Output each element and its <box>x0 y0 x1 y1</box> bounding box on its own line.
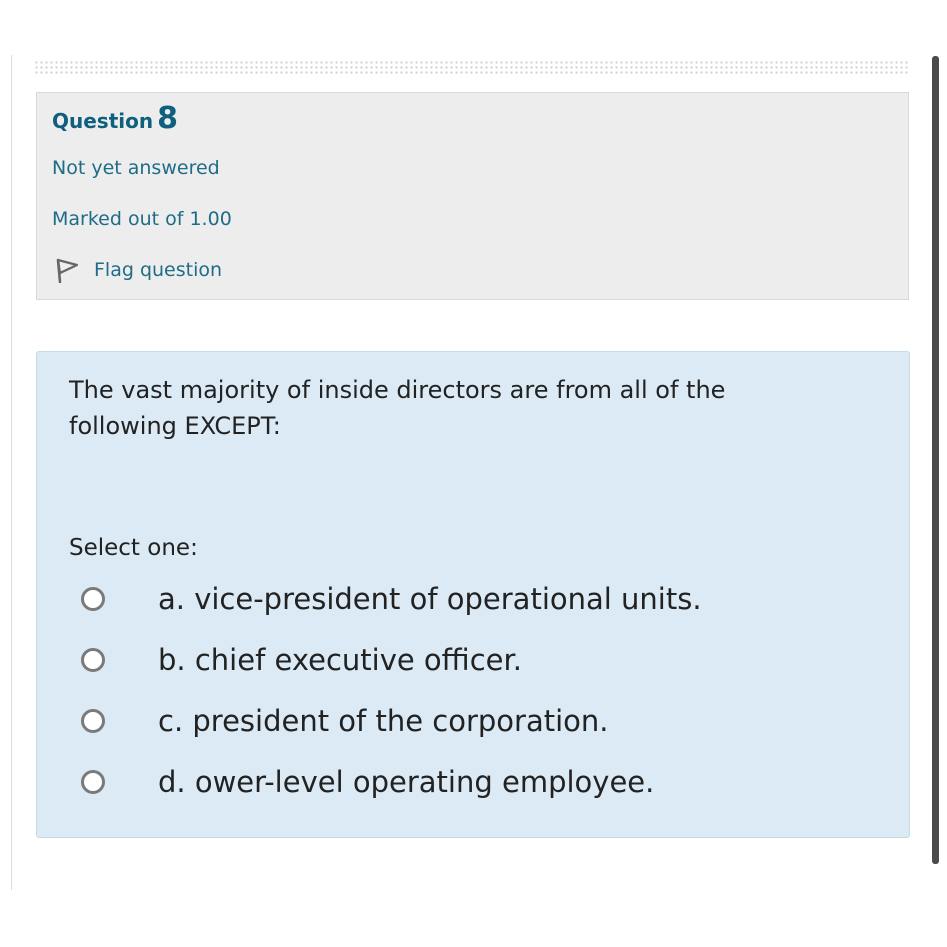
quiz-page: Question 8 Not yet answered Marked out of… <box>0 0 947 947</box>
option-d-radio[interactable] <box>81 770 105 794</box>
left-border <box>11 55 12 890</box>
question-text: The vast majority of inside directors ar… <box>69 376 726 440</box>
dotted-divider <box>34 60 909 74</box>
question-number: 8 <box>157 101 178 136</box>
flag-question-link[interactable]: Flag question <box>52 257 223 284</box>
option-d[interactable]: d. ower-level operating employee. <box>81 762 654 802</box>
vertical-scrollbar[interactable] <box>932 56 939 864</box>
option-b-radio[interactable] <box>81 648 105 672</box>
option-c-radio[interactable] <box>81 709 105 733</box>
option-a-label[interactable]: a. vice-president of operational units. <box>158 579 702 619</box>
flag-icon <box>52 257 80 284</box>
option-b[interactable]: b. chief executive officer. <box>81 640 522 680</box>
question-marks: Marked out of 1.00 <box>52 208 232 230</box>
option-d-label[interactable]: d. ower-level operating employee. <box>158 762 654 802</box>
question-content-panel: The vast majority of inside directors ar… <box>36 351 910 838</box>
option-c[interactable]: c. president of the corporation. <box>81 701 609 741</box>
option-c-label[interactable]: c. president of the corporation. <box>158 701 609 741</box>
option-a[interactable]: a. vice-president of operational units. <box>81 579 702 619</box>
flag-question-label: Flag question <box>94 259 223 281</box>
select-one-prompt: Select one: <box>69 535 198 561</box>
option-a-radio[interactable] <box>81 587 105 611</box>
question-label: Question <box>52 109 154 133</box>
question-state: Not yet answered <box>52 157 220 179</box>
question-info-panel: Question 8 Not yet answered Marked out of… <box>36 92 909 300</box>
option-b-label[interactable]: b. chief executive officer. <box>158 640 522 680</box>
question-heading: Question 8 <box>52 104 178 136</box>
